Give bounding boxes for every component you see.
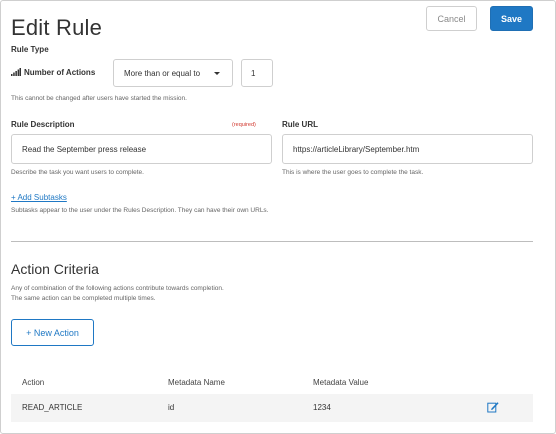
action-count-input[interactable]: 1	[241, 59, 273, 87]
column-header-action: Action	[22, 378, 45, 387]
rule-description-hint: Describe the task you want users to comp…	[11, 169, 144, 176]
number-of-actions-label: Number of Actions	[24, 68, 96, 77]
column-header-metadata-name: Metadata Name	[168, 378, 225, 387]
rule-description-input[interactable]: Read the September press release	[11, 134, 272, 164]
rule-type-hint: This cannot be changed after users have …	[11, 95, 187, 102]
row-action-cell: READ_ARTICLE	[22, 403, 83, 412]
page-title: Edit Rule	[11, 15, 103, 40]
add-subtasks-link[interactable]: + Add Subtasks	[11, 193, 67, 202]
comparison-select-value: More than or equal to	[124, 68, 201, 78]
new-action-button[interactable]: + New Action	[11, 319, 94, 346]
action-criteria-hint-line2: The same action can be completed multipl…	[11, 295, 156, 302]
action-criteria-title: Action Criteria	[11, 261, 99, 277]
section-divider	[11, 241, 533, 242]
rule-description-label: Rule Description	[11, 120, 75, 129]
edit-icon[interactable]	[487, 401, 499, 413]
rule-type-label: Rule Type	[11, 45, 49, 54]
action-criteria-hint-line1: Any of combination of the following acti…	[11, 285, 224, 292]
column-header-metadata-value: Metadata Value	[313, 378, 369, 387]
save-button[interactable]: Save	[490, 6, 533, 31]
required-indicator: (required)	[232, 122, 256, 128]
rule-url-label: Rule URL	[282, 120, 318, 129]
row-metadata-name-cell: id	[168, 403, 175, 412]
row-metadata-value-cell: 1234	[313, 403, 331, 412]
subtasks-hint: Subtasks appear to the user under the Ru…	[11, 207, 269, 214]
cancel-button[interactable]: Cancel	[426, 6, 477, 31]
rule-url-hint: This is where the user goes to complete …	[282, 169, 424, 176]
signal-bars-icon	[11, 68, 21, 76]
caret-down-icon	[214, 72, 220, 75]
rule-url-input[interactable]: https://articleLibrary/September.htm	[282, 134, 533, 164]
edit-rule-panel: Edit Rule Cancel Save Rule Type Number o…	[0, 0, 556, 434]
table-row	[11, 394, 533, 422]
comparison-select[interactable]: More than or equal to	[113, 59, 233, 87]
